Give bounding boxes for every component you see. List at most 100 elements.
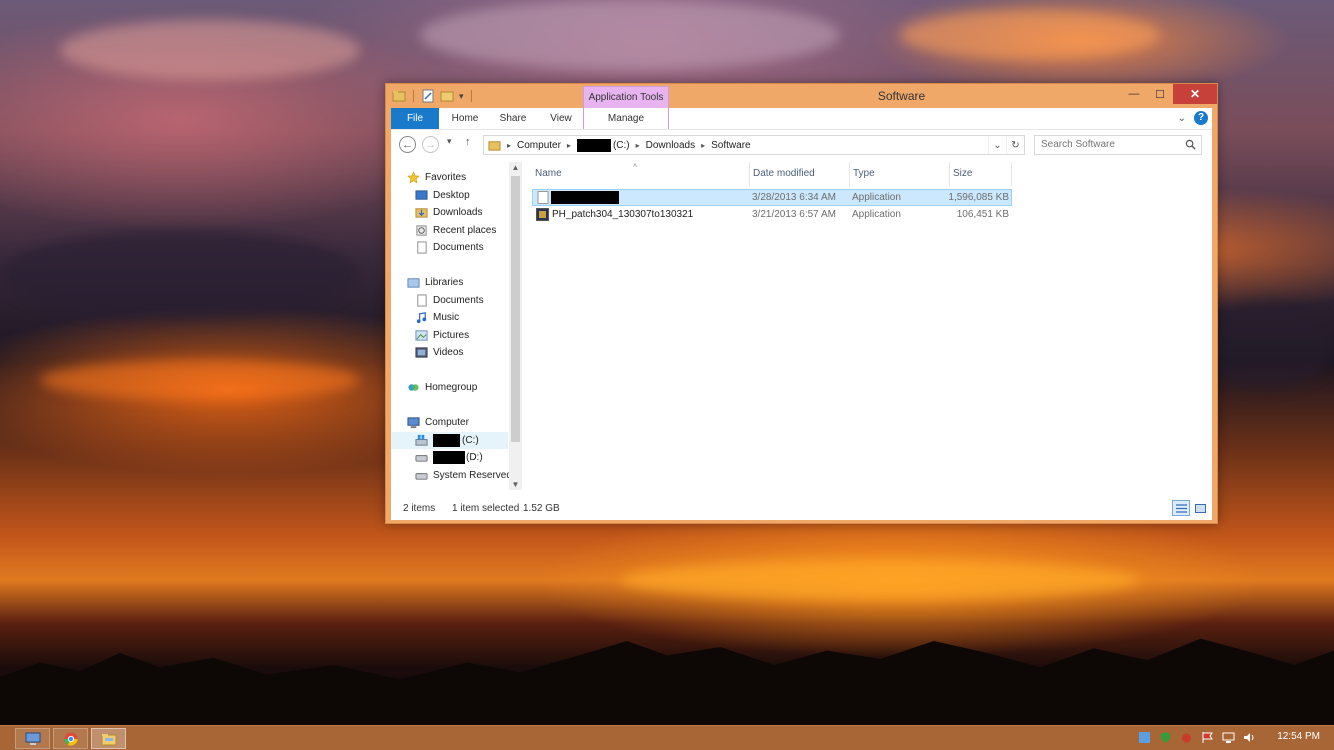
nav-favorites[interactable]: Favorites [407, 169, 466, 186]
nav-documents[interactable]: Documents [415, 239, 484, 256]
breadcrumb-software[interactable]: Software [711, 140, 750, 151]
navigation-scrollbar[interactable]: ▲ ▼ [509, 162, 522, 490]
breadcrumb-drive-c[interactable]: (C:) [576, 138, 630, 152]
homegroup-icon [408, 384, 419, 391]
help-icon[interactable]: ? [1194, 111, 1208, 125]
maximize-button[interactable]: ☐ [1147, 84, 1173, 104]
taskbar-file-explorer[interactable] [91, 728, 126, 749]
file-size: 106,451 KB [956, 209, 1009, 220]
taskbar-desktop-app[interactable] [15, 728, 50, 749]
recent-places-icon [416, 225, 427, 236]
new-folder-icon[interactable] [440, 89, 454, 103]
breadcrumb-computer[interactable]: Computer [517, 140, 561, 151]
properties-icon[interactable] [421, 89, 435, 103]
nav-downloads[interactable]: Downloads [415, 204, 482, 221]
redacted-label [433, 434, 460, 447]
nav-videos-label: Videos [433, 347, 464, 358]
scroll-down-icon[interactable]: ▼ [509, 480, 522, 489]
back-button[interactable]: ← [399, 136, 416, 153]
computer-icon [407, 417, 420, 429]
document-icon [417, 241, 427, 254]
tab-file[interactable]: File [391, 108, 439, 129]
nav-libraries[interactable]: Libraries [407, 274, 463, 291]
file-type: Application [852, 209, 901, 220]
column-size[interactable]: Size [950, 162, 1012, 186]
search-box[interactable] [1034, 135, 1202, 155]
file-date: 3/21/2013 6:57 AM [752, 209, 836, 220]
taskbar-chrome[interactable] [53, 728, 88, 749]
file-explorer-icon [101, 733, 116, 745]
breadcrumb-separator-icon[interactable]: ▸ [507, 141, 511, 150]
network-icon[interactable] [1222, 731, 1235, 744]
minimize-button[interactable]: — [1121, 84, 1147, 104]
monitor-app-icon [25, 732, 40, 745]
column-type[interactable]: Type [850, 162, 950, 186]
nav-favorites-label: Favorites [425, 172, 467, 183]
file-row[interactable]: PH_patch304_130307to130321 3/21/2013 6:5… [532, 207, 1012, 224]
breadcrumb-separator-icon[interactable]: ▸ [701, 141, 705, 150]
breadcrumb-downloads[interactable]: Downloads [646, 140, 695, 151]
security-shield-icon[interactable] [1159, 731, 1172, 744]
nav-recent-places-label: Recent places [433, 225, 497, 236]
nav-pictures[interactable]: Pictures [415, 327, 469, 344]
search-icon[interactable] [1185, 139, 1196, 150]
column-name[interactable]: ˄ Name [532, 162, 750, 186]
nav-library-documents[interactable]: Documents [415, 292, 484, 309]
address-bar[interactable]: ▸ Computer ▸ (C:) ▸ Downloads ▸ Software… [483, 135, 1025, 155]
app-tray-icon[interactable] [1180, 731, 1193, 744]
nav-music[interactable]: Music [415, 309, 459, 326]
tab-manage[interactable]: Manage [583, 108, 669, 129]
nav-libraries-label: Libraries [425, 277, 464, 288]
pictures-icon [415, 330, 428, 341]
nav-system-reserved-label: System Reserved [433, 470, 512, 481]
ribbon-right-controls: ⌄ ? [1178, 111, 1208, 125]
taskbar-clock[interactable]: 12:54 PM [1277, 731, 1320, 742]
column-date-modified[interactable]: Date modified [750, 162, 850, 186]
scrollbar-thumb[interactable] [511, 176, 520, 442]
address-dropdown-icon[interactable]: ⌄ [988, 136, 1006, 154]
nav-system-reserved[interactable]: System Reserved [415, 467, 512, 484]
windows-drive-icon [415, 434, 428, 446]
file-row[interactable]: 3/28/2013 6:34 AM Application 1,596,085 … [532, 189, 1012, 206]
star-icon [407, 171, 420, 184]
window-title: Software [877, 89, 926, 103]
refresh-icon[interactable]: ↻ [1006, 136, 1024, 154]
qat-separator [413, 90, 414, 102]
nav-videos[interactable]: Videos [415, 344, 463, 361]
forward-button[interactable]: → [422, 136, 439, 153]
selection-count: 1 item selected [452, 503, 520, 514]
explorer-content: ← → ▾ ↑ ▸ Computer ▸ (C:) ▸ Downloads ▸ … [391, 129, 1212, 520]
nav-drive-c-label: (C:) [462, 435, 479, 446]
recent-locations-icon[interactable]: ▾ [447, 136, 452, 147]
document-icon [417, 294, 427, 307]
expand-ribbon-icon[interactable]: ⌄ [1178, 113, 1186, 124]
tab-home[interactable]: Home [443, 108, 487, 129]
file-name: PH_patch304_130307to130321 [552, 209, 694, 220]
nav-desktop[interactable]: Desktop [415, 187, 470, 204]
volume-icon[interactable] [1243, 731, 1256, 744]
tab-view[interactable]: View [539, 108, 583, 129]
close-button[interactable]: ✕ [1173, 84, 1217, 104]
videos-icon [415, 347, 428, 358]
nav-computer[interactable]: Computer [407, 414, 469, 431]
nav-desktop-label: Desktop [433, 190, 470, 201]
nav-music-label: Music [433, 312, 460, 323]
breadcrumb-separator-icon[interactable]: ▸ [567, 141, 571, 150]
nav-homegroup[interactable]: Homegroup [407, 379, 477, 396]
search-input[interactable] [1041, 139, 1181, 150]
action-center-icon[interactable] [1138, 731, 1151, 744]
nav-pictures-label: Pictures [433, 330, 470, 341]
scroll-up-icon[interactable]: ▲ [509, 163, 522, 172]
breadcrumb-separator-icon[interactable]: ▸ [636, 141, 640, 150]
qat-dropdown-icon[interactable]: ▾ [459, 91, 464, 102]
title-bar[interactable]: ▾ Application Tools Software — ☐ ✕ [386, 84, 1217, 108]
address-bar-actions: ⌄ ↻ [988, 136, 1024, 154]
large-icons-view-button[interactable] [1191, 500, 1209, 516]
nav-drive-c[interactable]: (C:) [391, 432, 508, 449]
nav-recent-places[interactable]: Recent places [415, 222, 496, 239]
details-view-button[interactable] [1172, 500, 1190, 516]
up-button[interactable]: ↑ [465, 136, 471, 148]
tab-share[interactable]: Share [491, 108, 535, 129]
nav-drive-d[interactable]: (D:) [415, 449, 483, 466]
flag-icon[interactable] [1201, 731, 1214, 744]
